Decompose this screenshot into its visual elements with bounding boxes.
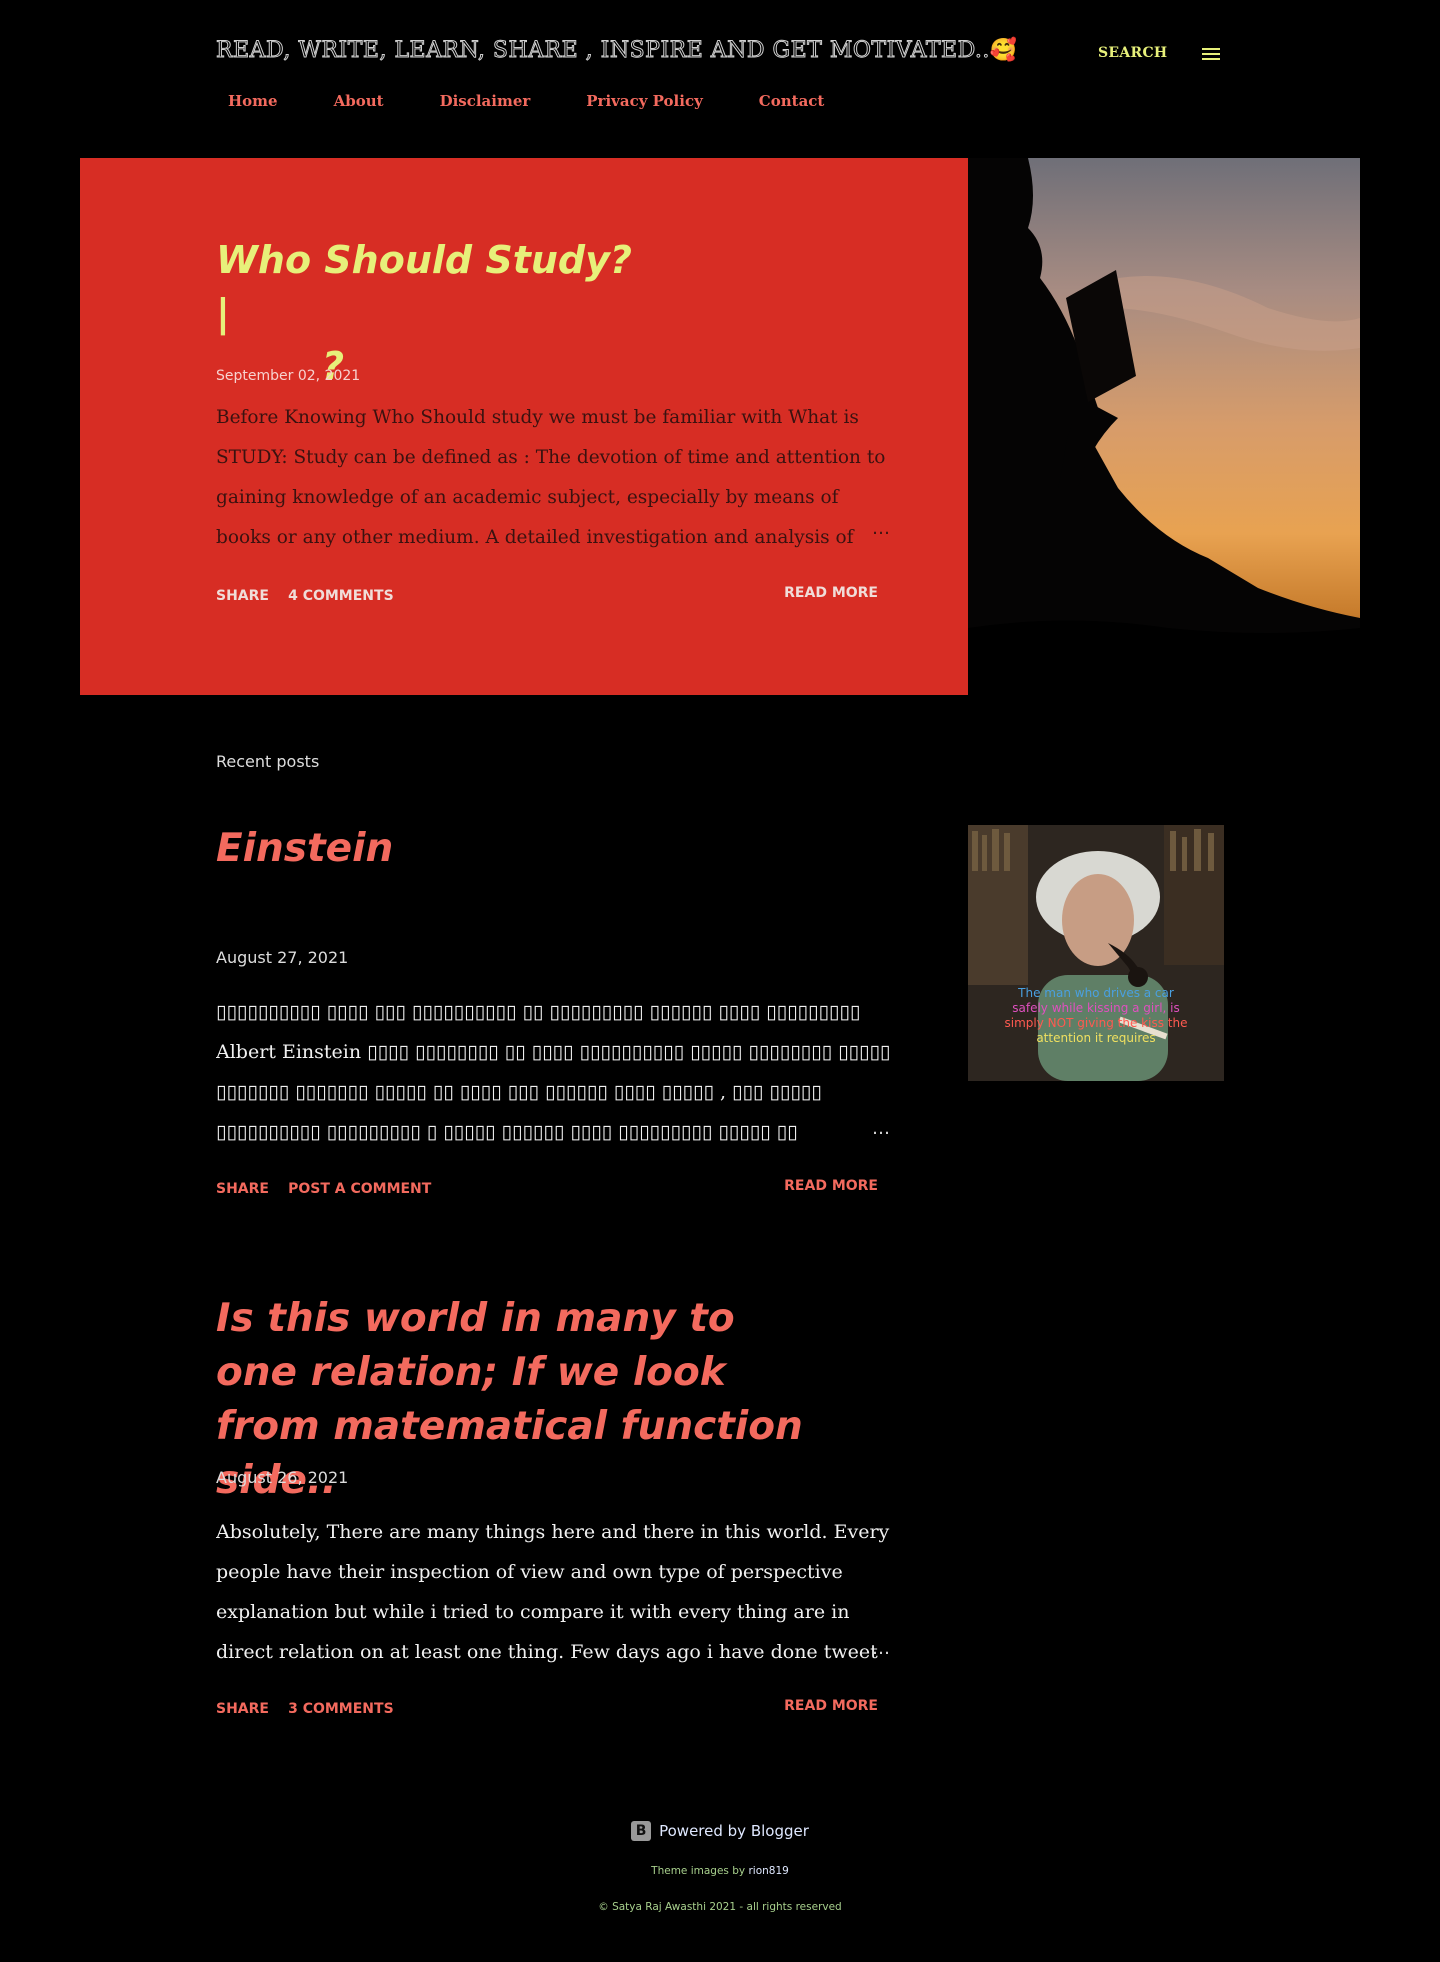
featured-post-image[interactable]: [968, 158, 1360, 695]
site-title[interactable]: READ, WRITE, LEARN, SHARE , INSPIRE AND …: [216, 38, 1018, 64]
featured-post-ellipsis: …: [872, 518, 890, 539]
hamburger-menu-icon[interactable]: [1202, 48, 1220, 62]
post-snippet: Absolutely, There are many things here a…: [216, 1521, 890, 1663]
featured-post-card: Who Should Study? | ? September 02, 2021…: [80, 158, 968, 695]
comments-link[interactable]: 3 Comments: [288, 1701, 394, 1717]
comments-link[interactable]: 4 Comments: [288, 588, 394, 604]
nav-home-link[interactable]: Home: [216, 92, 290, 110]
blogger-b-icon: B: [631, 1821, 652, 1841]
svg-text:safely while kissing a girl, i: safely while kissing a girl, is: [1012, 1001, 1180, 1015]
recent-posts-heading: Recent posts: [216, 752, 320, 771]
post-title[interactable]: Einstein: [216, 822, 892, 876]
einstein-thumbnail-image[interactable]: The man who drives a car safely while ki…: [968, 825, 1224, 1081]
nav-privacy-policy-link[interactable]: Privacy Policy: [574, 92, 715, 110]
svg-text:attention it requires: attention it requires: [1036, 1031, 1155, 1045]
theme-images-prefix: Theme images by: [651, 1865, 749, 1877]
featured-post-title-line1[interactable]: Who Should Study? |: [216, 234, 636, 340]
featured-post-date: September 02, 2021: [216, 368, 361, 384]
post-comment-link[interactable]: Post a Comment: [288, 1181, 431, 1197]
read-more-link[interactable]: Read more: [784, 1178, 878, 1194]
post-world-relation: Is this world in many to one relation; I…: [216, 1292, 892, 1717]
share-button[interactable]: Share: [216, 1181, 269, 1197]
svg-text:The man who drives a car: The man who drives a car: [1017, 986, 1174, 1000]
nav-contact-link[interactable]: Contact: [747, 92, 837, 110]
post-actions: Share 3 Comments Read more: [216, 1698, 892, 1717]
post-snippet: ▯▯▯▯▯▯▯▯▯▯ ▯▯▯▯ ▯▯▯ ▯▯▯▯▯▯▯▯▯▯ ▯▯ ▯▯▯▯▯▯…: [216, 1001, 891, 1143]
featured-post: Who Should Study? | ? September 02, 2021…: [80, 158, 1360, 695]
post-ellipsis: …: [872, 1118, 890, 1139]
nav-about-link[interactable]: About: [322, 92, 396, 110]
post-actions: Share Post a Comment Read more: [216, 1178, 892, 1197]
share-button[interactable]: Share: [216, 588, 269, 604]
read-more-link[interactable]: Read more: [784, 585, 878, 601]
smiling-face-emoji: 🥰: [989, 38, 1018, 63]
powered-by-text[interactable]: Powered by Blogger: [659, 1822, 809, 1840]
theme-images-author-link[interactable]: rion819: [748, 1865, 788, 1877]
copyright-text: © Satya Raj Awasthi 2021 - all rights re…: [598, 1901, 842, 1913]
share-button[interactable]: Share: [216, 1701, 269, 1717]
site-header: READ, WRITE, LEARN, SHARE , INSPIRE AND …: [0, 0, 1440, 158]
post-date: August 27, 2021: [216, 948, 349, 967]
post-date: August 26, 2021: [216, 1468, 349, 1487]
featured-post-title-line2[interactable]: ?: [216, 340, 636, 393]
post-ellipsis: …: [872, 1638, 890, 1659]
site-title-text[interactable]: READ, WRITE, LEARN, SHARE , INSPIRE AND …: [216, 38, 990, 64]
featured-post-actions: Share 4 Comments Read more: [216, 585, 892, 604]
read-more-link[interactable]: Read more: [784, 1698, 878, 1714]
site-footer: B Powered by Blogger Theme images by rio…: [0, 1820, 1440, 1913]
silhouette-reading-image: [968, 158, 1360, 695]
search-button[interactable]: SEARCH: [1098, 45, 1167, 61]
einstein-photo: The man who drives a car safely while ki…: [968, 825, 1224, 1081]
main-nav: Home About Disclaimer Privacy Policy Con…: [216, 92, 868, 110]
featured-post-snippet: Before Knowing Who Should study we must …: [216, 407, 886, 548]
theme-images-credit: Theme images by rion819: [0, 1865, 1440, 1877]
post-einstein: Einstein August 27, 2021 ▯▯▯▯▯▯▯▯▯▯ ▯▯▯▯…: [216, 822, 892, 1197]
powered-by-blogger-link[interactable]: B Powered by Blogger: [631, 1821, 809, 1841]
svg-text:simply NOT giving the kiss the: simply NOT giving the kiss the: [1005, 1016, 1188, 1030]
nav-disclaimer-link[interactable]: Disclaimer: [428, 92, 543, 110]
